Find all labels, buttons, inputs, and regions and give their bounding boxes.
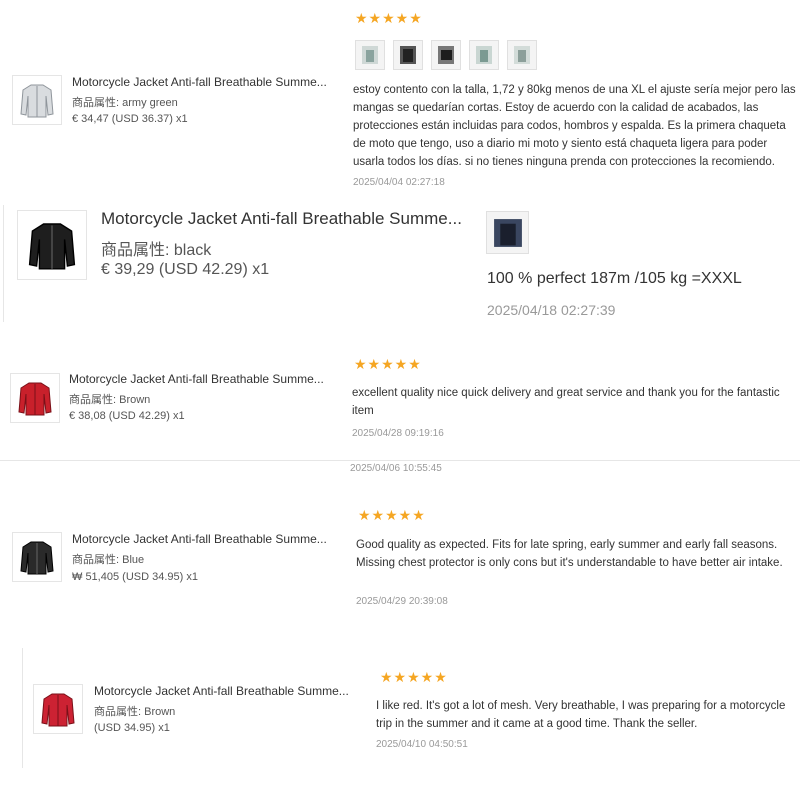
- quantity: x1: [252, 261, 270, 278]
- attribute-value: Brown: [144, 706, 176, 718]
- review-text: estoy contento con la talla, 1,72 y 80kg…: [353, 84, 796, 168]
- product-price: (USD 34.95) x1: [94, 722, 170, 734]
- review-card: Motorcycle Jacket Anti-fall Breathable S…: [0, 200, 800, 330]
- review-date: 2025/04/28 09:19:16: [352, 428, 444, 439]
- jacket-icon: [20, 541, 54, 575]
- quantity: x1: [175, 113, 188, 125]
- attribute-label: 商品属性:: [101, 242, 170, 259]
- product-attribute: 商品属性: Brown: [69, 391, 150, 407]
- photo-thumbnail-icon: [476, 46, 492, 64]
- review-photo[interactable]: [469, 40, 499, 70]
- price-local: € 34,47: [72, 113, 109, 125]
- review-text: I like red. It's got a lot of mesh. Very…: [376, 700, 786, 730]
- jacket-icon: [18, 382, 52, 416]
- review-photo[interactable]: [393, 40, 423, 70]
- product-attribute: 商品属性: black: [101, 236, 211, 260]
- star-rating: ★★★★★: [358, 507, 426, 523]
- product-title[interactable]: Motorcycle Jacket Anti-fall Breathable S…: [101, 209, 462, 229]
- quantity: x1: [186, 571, 198, 583]
- product-price: ₩ 51,405 (USD 34.95) x1: [72, 571, 198, 583]
- divider: [0, 460, 800, 461]
- product-price: € 34,47 (USD 36.37) x1: [72, 113, 188, 125]
- attribute-value: army green: [122, 97, 178, 109]
- jacket-icon: [28, 223, 76, 270]
- product-title[interactable]: Motorcycle Jacket Anti-fall Breathable S…: [69, 372, 324, 386]
- star-rating: ★★★★★: [380, 669, 448, 685]
- price-usd: (USD 36.37): [111, 113, 173, 125]
- review-card: Motorcycle Jacket Anti-fall Breathable S…: [23, 660, 800, 765]
- quantity: x1: [158, 722, 170, 734]
- review-photo[interactable]: [507, 40, 537, 70]
- price-usd: (USD 34.95): [94, 722, 156, 734]
- review-text: excellent quality nice quick delivery an…: [352, 387, 780, 417]
- product-title[interactable]: Motorcycle Jacket Anti-fall Breathable S…: [72, 75, 327, 89]
- review-photo[interactable]: [486, 211, 529, 254]
- review-card: Motorcycle Jacket Anti-fall Breathable S…: [0, 0, 800, 196]
- review-text: 100 % perfect 187m /105 kg =XXXL: [487, 270, 742, 287]
- review-card: Motorcycle Jacket Anti-fall Breathable S…: [0, 345, 800, 450]
- product-thumbnail[interactable]: [33, 684, 83, 734]
- review-date: 2025/04/10 04:50:51: [376, 739, 468, 750]
- price-local: € 38,08: [69, 410, 106, 422]
- review-photo[interactable]: [431, 40, 461, 70]
- product-attribute: 商品属性: Brown: [94, 703, 175, 719]
- price-usd: (USD 42.29): [108, 410, 170, 422]
- attribute-value: black: [173, 242, 212, 259]
- attribute-value: Blue: [122, 554, 145, 566]
- product-title[interactable]: Motorcycle Jacket Anti-fall Breathable S…: [94, 684, 349, 698]
- price-local: € 39,29: [101, 261, 155, 278]
- product-price: € 38,08 (USD 42.29) x1: [69, 410, 185, 422]
- attribute-label: 商品属性:: [72, 554, 120, 566]
- jacket-icon: [41, 693, 75, 727]
- price-local: ₩ 51,405: [72, 571, 120, 583]
- star-rating: ★★★★★: [355, 10, 423, 26]
- quantity: x1: [172, 410, 185, 422]
- star-rating: ★★★★★: [354, 356, 422, 372]
- price-usd: (USD 34.95): [122, 571, 184, 583]
- review-date: 2025/04/04 02:27:18: [353, 177, 445, 188]
- product-thumbnail[interactable]: [17, 210, 87, 280]
- price-usd: (USD 42.29): [158, 261, 248, 278]
- product-thumbnail[interactable]: [12, 532, 62, 582]
- product-thumbnail[interactable]: [12, 75, 62, 125]
- jacket-icon: [20, 84, 54, 118]
- attribute-label: 商品属性:: [94, 706, 142, 718]
- photo-thumbnail-icon: [493, 218, 522, 247]
- attribute-label: 商品属性:: [72, 97, 120, 109]
- attribute-value: Brown: [119, 394, 151, 406]
- review-date: 2025/04/18 02:27:39: [487, 302, 616, 318]
- photo-thumbnail-icon: [438, 46, 454, 64]
- photo-thumbnail-icon: [514, 46, 530, 64]
- review-photo[interactable]: [355, 40, 385, 70]
- photo-thumbnail-icon: [362, 46, 378, 64]
- photo-thumbnail-icon: [400, 46, 416, 64]
- product-attribute: 商品属性: army green: [72, 94, 178, 110]
- product-thumbnail[interactable]: [10, 373, 60, 423]
- product-title[interactable]: Motorcycle Jacket Anti-fall Breathable S…: [72, 532, 327, 546]
- review-date: 2025/04/06 10:55:45: [350, 463, 442, 474]
- review-date: 2025/04/29 20:39:08: [356, 596, 448, 607]
- review-text: Good quality as expected. Fits for late …: [356, 539, 783, 569]
- attribute-label: 商品属性:: [69, 394, 117, 406]
- product-price: € 39,29 (USD 42.29) x1: [101, 261, 269, 279]
- product-attribute: 商品属性: Blue: [72, 551, 144, 567]
- review-card: Motorcycle Jacket Anti-fall Breathable S…: [0, 500, 800, 615]
